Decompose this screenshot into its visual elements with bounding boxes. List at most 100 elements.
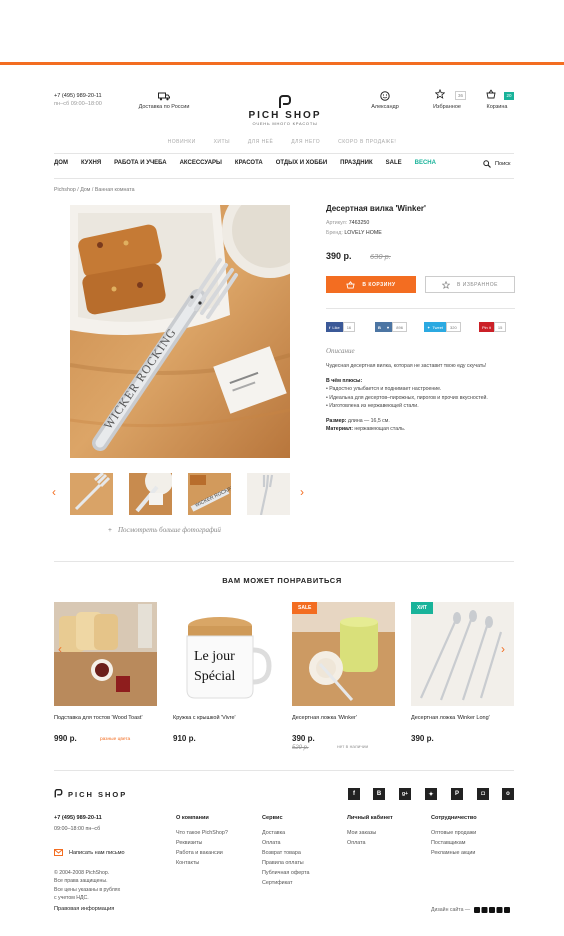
product-thumbnail[interactable] [247, 473, 290, 515]
subnav-for-her[interactable]: ДЛЯ НЕЁ [248, 139, 273, 145]
basket-icon [346, 280, 356, 289]
footer-link[interactable]: Оплата [262, 838, 310, 848]
footer-link[interactable]: Рекламные акции [431, 848, 476, 858]
facebook-icon[interactable]: f [348, 788, 360, 800]
pluses-heading: В чём плюсы: [326, 377, 363, 384]
nav-beauty[interactable]: КРАСОТА [235, 160, 263, 172]
product-main-photo[interactable]: WICKER ROCKING [70, 205, 290, 458]
pinterest-share[interactable]: Pin it 15 [479, 322, 507, 332]
product-card-name[interactable]: Десертная ложка 'Winker Long' [411, 715, 490, 721]
toast-stand-image [54, 602, 157, 706]
pinterest-icon[interactable]: P [451, 788, 463, 800]
nav-sale[interactable]: SALE [386, 160, 402, 172]
product-card-name[interactable]: Подставка для тостов 'Wood Toast' [54, 715, 143, 721]
footer-link[interactable]: Публичная оферта [262, 868, 310, 878]
footer-phone[interactable]: +7 (495) 989-20-11 [54, 815, 102, 821]
subnav-new[interactable]: НОВИНКИ [168, 139, 196, 145]
nav-leisure[interactable]: ОТДЫХ И ХОББИ [276, 160, 327, 172]
vk-icon[interactable]: B [373, 788, 385, 800]
subnav-for-him[interactable]: ДЛЯ НЕГО [291, 139, 320, 145]
subnav-coming-soon[interactable]: СКОРО В ПРОДАЖЕ! [338, 139, 396, 145]
favorites-link[interactable]: 36 Избранное [428, 89, 466, 110]
breadcrumb-item[interactable]: Дом [80, 187, 90, 193]
product-thumbnail[interactable] [70, 473, 113, 515]
product-card-name[interactable]: Кружка с крышкой 'Vivre' [173, 715, 236, 721]
nav-work-study[interactable]: РАБОТА И УЧЕБА [114, 160, 166, 172]
vk-count: 896 [392, 322, 407, 332]
twitter-icon[interactable]: ✦ [425, 788, 437, 800]
footer-link[interactable]: Работа и вакансии [176, 848, 228, 858]
facebook-share[interactable]: f Like 16 [326, 322, 356, 332]
product-card-image[interactable]: ХИТ › [411, 602, 514, 706]
write-us-link[interactable]: Написать нам письмо [54, 849, 125, 856]
product-card-image[interactable]: SALE [292, 602, 395, 706]
footer-link[interactable]: Доставка [262, 828, 310, 838]
carousel-next-arrow-icon[interactable]: › [501, 642, 505, 656]
header-phone[interactable]: +7 (495) 989-20-11 [54, 93, 102, 101]
footer-link[interactable]: Возврат товара [262, 848, 310, 858]
footer-link[interactable]: Сертификат [262, 878, 310, 888]
copyright-line: Все права защищены. [54, 878, 108, 885]
divider [54, 153, 514, 154]
footer-link[interactable]: Реквизиты [176, 838, 228, 848]
carousel-prev-arrow-icon[interactable]: ‹ [58, 642, 62, 656]
product-card-name[interactable]: Десертная ложка 'Winker' [292, 715, 357, 721]
product-thumbnail[interactable]: WICKER ROCKING [188, 473, 231, 515]
recommendations-title: ВАМ МОЖЕТ ПОНРАВИТЬСЯ [222, 576, 342, 585]
thumb-prev-arrow-icon[interactable]: ‹ [52, 485, 56, 499]
cart-link[interactable]: 20 Корзина [480, 89, 514, 110]
subnav-hits[interactable]: ХИТЫ [214, 139, 230, 145]
nav-accessories[interactable]: АКСЕССУАРЫ [180, 160, 222, 172]
footer-link[interactable]: Мои заказы [347, 828, 376, 838]
twitter-share[interactable]: ✦ Tweet 320 [424, 322, 461, 332]
product-card-image[interactable]: ‹ [54, 602, 157, 706]
twitter-icon: ✦ [427, 324, 431, 330]
vk-share[interactable]: B ♥ 896 [375, 322, 407, 332]
googleplus-icon[interactable]: g+ [399, 788, 411, 800]
brand-label: Бренд: [326, 229, 343, 236]
footer-link[interactable]: Что такое PichShop? [176, 828, 228, 838]
footer-link[interactable]: Оптовые продажи [431, 828, 476, 838]
site-logo[interactable]: PICH SHOP ОЧЕНЬ МНОГО КРАСОТЫ [246, 95, 324, 126]
brand-value[interactable]: LOVELY HOME [344, 230, 381, 236]
search-label: Поиск [495, 161, 511, 167]
footer-copyright: © 2004-2008 PichShop. Все права защищены… [54, 869, 120, 902]
search-button[interactable]: Поиск [483, 160, 511, 168]
size-label: Размер: [326, 417, 347, 424]
thumbnail-image: WICKER ROCKING [188, 473, 231, 515]
logo-tagline: ОЧЕНЬ МНОГО КРАСОТЫ [252, 121, 318, 126]
thumb-next-arrow-icon[interactable]: › [300, 485, 304, 499]
delivery-link[interactable]: Доставка по России [134, 92, 194, 110]
nav-home[interactable]: ДОМ [54, 160, 68, 172]
nav-spring[interactable]: ВЕСНА [415, 160, 436, 172]
instagram-icon[interactable]: ◘ [477, 788, 489, 800]
footer-col-about-title: О компании [176, 815, 209, 821]
footer-link[interactable]: Оплата [347, 838, 376, 848]
legal-info-link[interactable]: Правовая информация [54, 906, 114, 912]
breadcrumb-item[interactable]: Ванная комната [95, 187, 135, 193]
add-to-favorites-button[interactable]: В ИЗБРАННОЕ [425, 276, 515, 293]
breadcrumb: Pichshop / Дом / Ванная комната [54, 187, 135, 193]
heart-icon: ♥ [383, 322, 393, 332]
main-navigation: ДОМ КУХНЯ РАБОТА И УЧЕБА АКСЕССУАРЫ КРАС… [54, 160, 514, 172]
mug-image: Le jour Spécial [173, 602, 276, 706]
nav-kitchen[interactable]: КУХНЯ [81, 160, 101, 172]
footer-link[interactable]: Поставщикам [431, 838, 476, 848]
user-account-link[interactable]: Александр [362, 91, 408, 110]
odnoklassniki-icon[interactable]: o [502, 788, 514, 800]
design-credit[interactable]: Дизайн сайта — [431, 907, 511, 913]
footer-logo[interactable]: PICH SHOP [54, 788, 127, 799]
footer-link[interactable]: Контакты [176, 858, 228, 868]
more-photos-link[interactable]: + Посмотреть больше фотографий [108, 526, 221, 534]
copyright-line: Все цены указаны в рублях [54, 886, 121, 893]
footer-col-partners-title: Сотрудничество [431, 815, 477, 821]
footer-link[interactable]: Правила оплаты [262, 858, 310, 868]
fork-photo-image: WICKER ROCKING [70, 205, 290, 458]
add-to-cart-button[interactable]: В КОРЗИНУ [326, 276, 416, 293]
product-card-image[interactable]: Le jour Spécial [173, 602, 276, 706]
nav-holiday[interactable]: ПРАЗДНИК [340, 160, 372, 172]
material-label: Материал: [326, 426, 353, 433]
footer-col-account: Мои заказы Оплата [347, 828, 376, 848]
breadcrumb-item[interactable]: Pichshop [54, 187, 76, 193]
product-thumbnail[interactable] [129, 473, 172, 515]
